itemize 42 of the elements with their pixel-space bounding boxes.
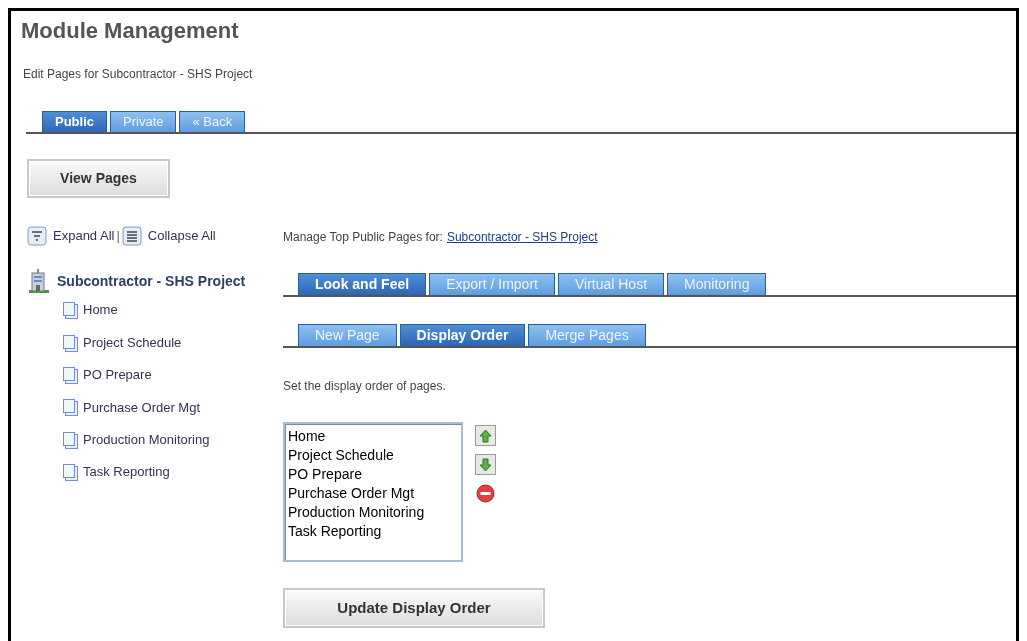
tree-item[interactable]: Home bbox=[83, 300, 118, 320]
tree-item[interactable]: PO Prepare bbox=[83, 365, 152, 385]
page-icon bbox=[62, 463, 79, 482]
tree-root[interactable]: Subcontractor - SHS Project bbox=[57, 270, 246, 292]
tab[interactable]: Display Order bbox=[399, 324, 526, 346]
page-subtitle: Edit Pages for Subcontractor - SHS Project bbox=[23, 66, 254, 83]
page-icon bbox=[62, 430, 79, 449]
list-option[interactable]: Home bbox=[288, 427, 458, 446]
expand-all-link[interactable]: Expand All bbox=[53, 226, 115, 246]
tree-item[interactable]: Task Reporting bbox=[83, 462, 170, 482]
page-icon bbox=[62, 365, 79, 384]
list-option[interactable]: Production Monitoring bbox=[288, 503, 458, 522]
collapse-all-link[interactable]: Collapse All bbox=[147, 226, 216, 246]
page-title: Module Management bbox=[21, 17, 240, 45]
remove-icon bbox=[476, 484, 495, 503]
list-option[interactable]: Project Schedule bbox=[288, 446, 458, 465]
expand-icon bbox=[27, 226, 47, 246]
move-down-button[interactable] bbox=[475, 454, 496, 475]
down-arrow-icon bbox=[479, 457, 492, 472]
page-icon bbox=[62, 398, 79, 417]
list-option[interactable]: PO Prepare bbox=[288, 465, 458, 484]
list-option[interactable]: Purchase Order Mgt bbox=[288, 484, 458, 503]
separator: | bbox=[116, 227, 120, 246]
page-order-list[interactable]: Home Project Schedule PO Prepare Purchase Order Mgt Production Monitoring Task Reporting bbox=[283, 422, 463, 562]
instruction-text: Set the display order of pages. bbox=[283, 378, 447, 395]
update-display-order-button[interactable]: Update Display Order bbox=[283, 588, 545, 628]
view-pages-button[interactable]: View Pages bbox=[27, 159, 170, 198]
move-up-button[interactable] bbox=[475, 425, 496, 446]
list-option[interactable]: Task Reporting bbox=[288, 522, 458, 541]
page-icon bbox=[62, 301, 79, 320]
project-link[interactable]: Subcontractor - SHS Project bbox=[446, 228, 598, 246]
remove-button[interactable] bbox=[475, 483, 496, 504]
up-arrow-icon bbox=[479, 428, 492, 443]
tab[interactable]: Look and Feel bbox=[298, 273, 427, 295]
manage-label: Manage Top Public Pages for: bbox=[283, 229, 443, 246]
building-icon bbox=[27, 268, 51, 294]
tree-item[interactable]: Project Schedule bbox=[83, 332, 182, 353]
tree-item[interactable]: Production Monitoring bbox=[83, 430, 210, 450]
tab[interactable]: Public bbox=[42, 111, 107, 132]
page-icon bbox=[62, 333, 79, 352]
tree-item[interactable]: Purchase Order Mgt bbox=[83, 397, 201, 418]
collapse-icon bbox=[121, 226, 142, 246]
